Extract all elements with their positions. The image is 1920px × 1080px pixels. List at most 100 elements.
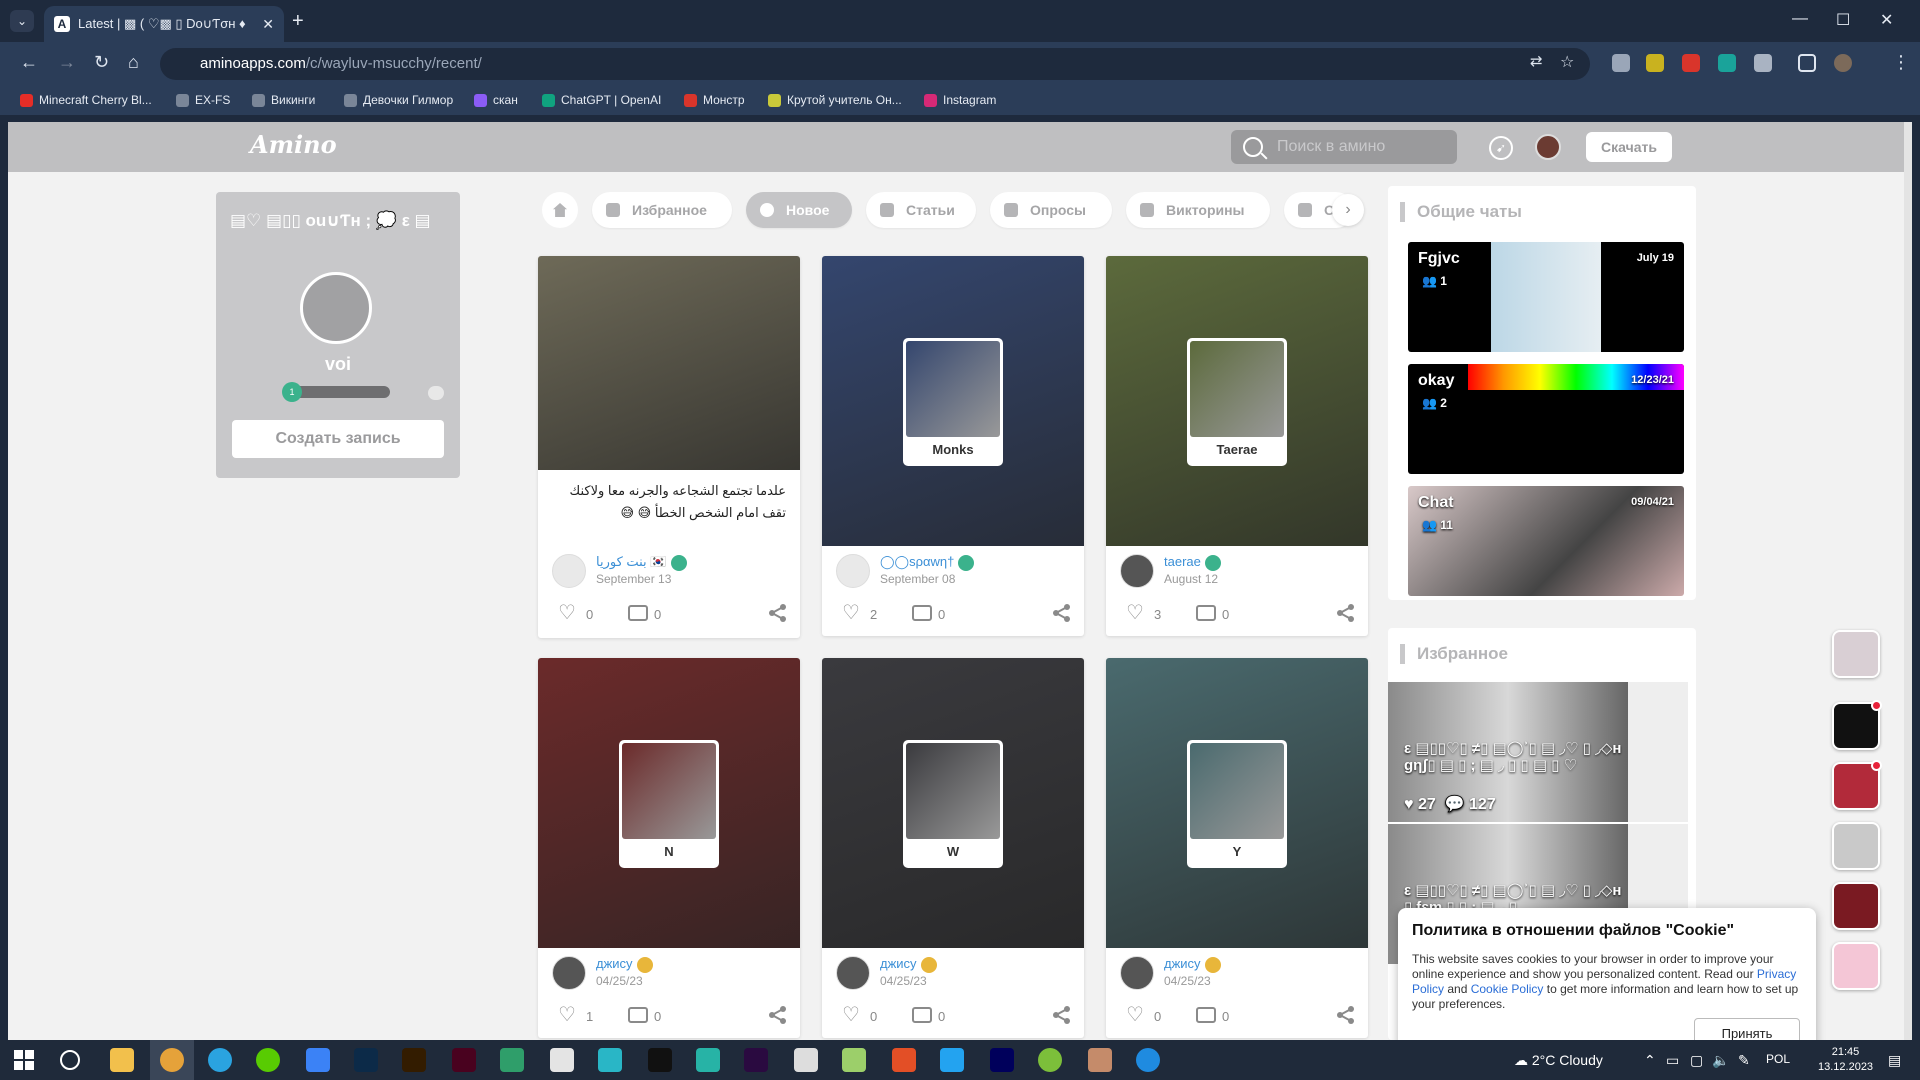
public-chat-card[interactable]: Chat 09/04/21 👥 11 <box>1408 486 1684 596</box>
forward-button[interactable]: → <box>58 52 76 73</box>
share-icon[interactable] <box>1336 1006 1356 1024</box>
app-icon[interactable] <box>1088 1048 1112 1072</box>
weather-widget[interactable]: ☁ 2°C Cloudy <box>1514 1052 1603 1069</box>
windows-start-icon[interactable] <box>14 1050 34 1070</box>
vscode-icon[interactable] <box>940 1048 964 1072</box>
bookmark-item[interactable]: Minecraft Cherry Bl... <box>20 93 152 107</box>
puzzle-extensions-icon[interactable] <box>1754 54 1772 72</box>
page-scrollbar[interactable] <box>1904 122 1912 1040</box>
teal-extension-icon[interactable] <box>1718 54 1736 72</box>
notifications-icon[interactable]: ▤ <box>1888 1052 1901 1069</box>
chevron-right-icon[interactable]: › <box>1332 194 1364 226</box>
duolingo-icon[interactable] <box>256 1048 280 1072</box>
share-icon[interactable] <box>1052 1006 1072 1024</box>
bookmark-item[interactable]: Викинги <box>252 93 315 107</box>
bookmark-item[interactable]: Монстр <box>684 93 745 107</box>
author-avatar[interactable] <box>1120 956 1154 990</box>
author-avatar[interactable] <box>836 554 870 588</box>
post-card[interactable]: Monks ◯◯ѕραwη† September 08 ♡ 2 0 <box>822 256 1084 636</box>
comment-icon[interactable] <box>1196 605 1216 621</box>
reload-button[interactable]: ↻ <box>94 52 109 73</box>
heart-icon[interactable]: ♡ <box>558 603 578 623</box>
tab-latest[interactable]: Новое <box>746 192 852 228</box>
address-bar[interactable]: aminoapps.com/c/wayluv-msucchy/recent/ <box>160 48 1590 80</box>
heart-icon[interactable]: ♡ <box>842 603 862 623</box>
pen-icon[interactable]: ✎ <box>1738 1052 1750 1069</box>
post-card[interactable]: Wджису 04/25/23 ♡ 0 0 <box>822 658 1084 1038</box>
app-icon[interactable] <box>1038 1048 1062 1072</box>
share-icon[interactable] <box>768 1006 788 1024</box>
author-name[interactable]: taerae <box>1164 554 1221 571</box>
chrome-icon[interactable] <box>160 1048 184 1072</box>
maximize-window-button[interactable]: ☐ <box>1836 10 1850 30</box>
volume-icon[interactable]: 🔈 <box>1712 1052 1729 1069</box>
profile-avatar[interactable] <box>300 272 372 344</box>
heart-icon[interactable]: ♡ <box>1126 603 1146 623</box>
camera-extension-icon[interactable] <box>1612 54 1630 72</box>
download-button[interactable]: Скачать <box>1586 132 1672 162</box>
bookmark-item[interactable]: скан <box>474 93 518 107</box>
comment-icon[interactable] <box>1196 1007 1216 1023</box>
community-avatar[interactable] <box>1832 822 1880 870</box>
tab-close-icon[interactable]: ✕ <box>262 16 274 33</box>
bookmark-star-icon[interactable]: ☆ <box>1560 52 1574 72</box>
comment-icon[interactable] <box>628 1007 648 1023</box>
tab-quizzes[interactable]: Викторины <box>1126 192 1270 228</box>
side-panel-icon[interactable] <box>1798 54 1816 72</box>
pycharm-icon[interactable] <box>648 1048 672 1072</box>
browser-tab[interactable]: A Latest | ▩ ( ♡▩ ▯ Dо∪Ƭσʜ ♦ ✕ <box>44 6 284 42</box>
comment-icon[interactable] <box>912 605 932 621</box>
share-icon[interactable] <box>768 604 788 622</box>
network-icon[interactable]: ▭ <box>1666 1052 1679 1069</box>
profile-avatar-icon[interactable] <box>1834 54 1852 72</box>
tab-articles[interactable]: Статьи <box>866 192 976 228</box>
comment-icon[interactable] <box>628 605 648 621</box>
post-card[interactable]: علدما تجتمع الشجاعه والجرنه معا ولاكنك ت… <box>538 256 800 638</box>
telegram-icon[interactable] <box>208 1048 232 1072</box>
author-name[interactable]: джису <box>596 956 653 973</box>
home-tab[interactable] <box>542 192 578 228</box>
minimize-window-button[interactable]: — <box>1792 10 1808 28</box>
translate-icon[interactable]: ⇄ <box>1530 52 1543 70</box>
community-avatar[interactable] <box>1832 630 1880 678</box>
post-thumbnail-card[interactable]: Y <box>1187 740 1287 868</box>
amino-logo[interactable]: Amino <box>250 130 337 159</box>
author-name[interactable]: بنت كوريا 🇰🇷 <box>596 554 687 571</box>
author-avatar[interactable] <box>552 554 586 588</box>
public-chat-card[interactable]: Fgjvc July 19 👥 1 <box>1408 242 1684 352</box>
heart-icon[interactable]: ♡ <box>842 1005 862 1025</box>
file-explorer-icon[interactable] <box>110 1048 134 1072</box>
system-clock[interactable]: 21:45 13.12.2023 <box>1818 1045 1873 1075</box>
post-thumbnail-card[interactable]: Taerae <box>1187 338 1287 466</box>
featured-post[interactable]: ε ▤▯▯♡▯ ≠▯ ▤◯ʾ▯ ▤ ◞♡ ▯ ◞◇ʜ ɡηʃ▯ ▤ ▯ ; ▤ … <box>1388 682 1688 822</box>
tray-chevron-icon[interactable]: ⌃ <box>1644 1052 1656 1069</box>
bookmark-item[interactable]: EX-FS <box>176 93 230 107</box>
close-window-button[interactable]: ✕ <box>1880 10 1893 30</box>
user-avatar[interactable] <box>1535 134 1561 160</box>
back-button[interactable]: ← <box>20 52 38 73</box>
badge-extension-icon[interactable] <box>1682 54 1700 72</box>
post-thumbnail-card[interactable]: N <box>619 740 719 868</box>
bookmark-item[interactable]: Instagram <box>924 93 996 107</box>
post-card[interactable]: Taerae taerae August 12 ♡ 3 0 <box>1106 256 1368 636</box>
indesign-icon[interactable] <box>452 1048 476 1072</box>
display-icon[interactable]: ▢ <box>1690 1052 1703 1069</box>
app-icon[interactable] <box>598 1048 622 1072</box>
tab-search-button[interactable]: ⌄ <box>10 10 34 32</box>
author-name[interactable]: джису <box>1164 956 1221 973</box>
post-thumbnail-card[interactable]: W <box>903 740 1003 868</box>
tab-polls[interactable]: Опросы <box>990 192 1112 228</box>
cookie-policy-link[interactable]: Cookie Policy <box>1471 982 1544 996</box>
community-avatar[interactable] <box>1832 882 1880 930</box>
input-language[interactable]: POL <box>1766 1052 1790 1066</box>
browser-menu-icon[interactable]: ⋮ <box>1892 52 1910 73</box>
community-avatar[interactable] <box>1832 760 1882 810</box>
photoshop-icon[interactable] <box>354 1048 378 1072</box>
share-icon[interactable] <box>1052 604 1072 622</box>
app-icon[interactable] <box>842 1048 866 1072</box>
author-avatar[interactable] <box>836 956 870 990</box>
chat-bubble-icon[interactable] <box>428 386 444 400</box>
post-image[interactable] <box>538 256 800 470</box>
post-card[interactable]: Yджису 04/25/23 ♡ 0 0 <box>1106 658 1368 1038</box>
accept-cookies-button[interactable]: Принять <box>1694 1018 1800 1040</box>
